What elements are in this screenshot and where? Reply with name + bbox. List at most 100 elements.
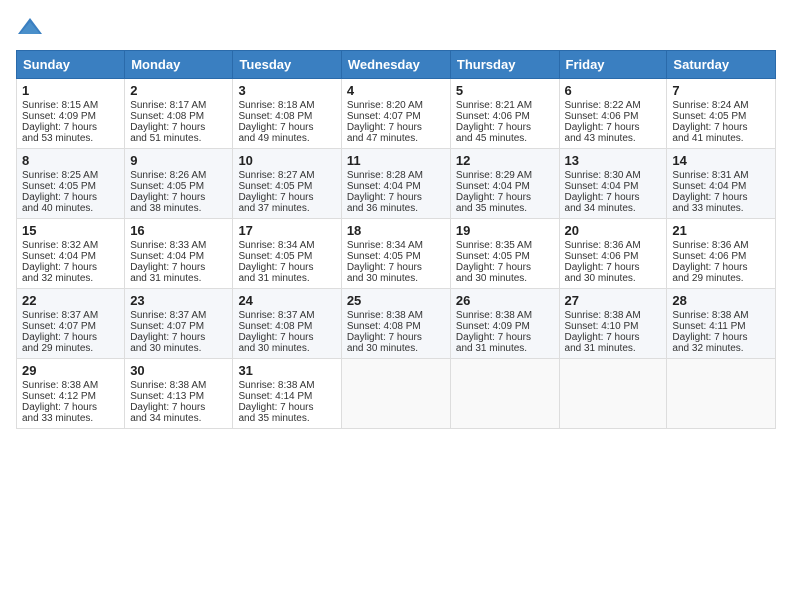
day-info-line: Sunset: 4:05 PM xyxy=(347,251,445,262)
day-info-line: Sunrise: 8:28 AM xyxy=(347,170,445,181)
calendar-day-22: 22Sunrise: 8:37 AMSunset: 4:07 PMDayligh… xyxy=(17,289,125,359)
day-number: 6 xyxy=(565,83,662,98)
col-header-friday: Friday xyxy=(559,51,667,79)
day-info-line: Sunset: 4:04 PM xyxy=(565,181,662,192)
day-info-line: Sunrise: 8:36 AM xyxy=(565,240,662,251)
day-number: 29 xyxy=(22,363,119,378)
day-info-line: Sunset: 4:04 PM xyxy=(22,251,119,262)
day-info-line: Sunrise: 8:32 AM xyxy=(22,240,119,251)
day-info-line: Daylight: 7 hours xyxy=(22,332,119,343)
day-info-line: Sunrise: 8:38 AM xyxy=(672,310,770,321)
day-info-line: and 31 minutes. xyxy=(238,273,335,284)
day-info-line: Sunrise: 8:21 AM xyxy=(456,100,554,111)
calendar-week-2: 8Sunrise: 8:25 AMSunset: 4:05 PMDaylight… xyxy=(17,149,776,219)
day-info-line: Sunrise: 8:18 AM xyxy=(238,100,335,111)
calendar-day-14: 14Sunrise: 8:31 AMSunset: 4:04 PMDayligh… xyxy=(667,149,776,219)
day-info-line: and 30 minutes. xyxy=(238,343,335,354)
day-info-line: Daylight: 7 hours xyxy=(238,332,335,343)
day-number: 20 xyxy=(565,223,662,238)
day-number: 24 xyxy=(238,293,335,308)
calendar-day-15: 15Sunrise: 8:32 AMSunset: 4:04 PMDayligh… xyxy=(17,219,125,289)
day-info-line: and 37 minutes. xyxy=(238,203,335,214)
day-info-line: Sunrise: 8:26 AM xyxy=(130,170,227,181)
day-info-line: Sunset: 4:04 PM xyxy=(456,181,554,192)
day-info-line: Daylight: 7 hours xyxy=(672,192,770,203)
day-info-line: and 45 minutes. xyxy=(456,133,554,144)
day-info-line: and 40 minutes. xyxy=(22,203,119,214)
day-info-line: Daylight: 7 hours xyxy=(565,192,662,203)
day-info-line: Daylight: 7 hours xyxy=(22,402,119,413)
day-info-line: Daylight: 7 hours xyxy=(238,122,335,133)
day-info-line: Daylight: 7 hours xyxy=(22,122,119,133)
day-number: 23 xyxy=(130,293,227,308)
day-info-line: Sunset: 4:08 PM xyxy=(130,111,227,122)
day-number: 14 xyxy=(672,153,770,168)
calendar-day-2: 2Sunrise: 8:17 AMSunset: 4:08 PMDaylight… xyxy=(125,79,233,149)
day-info-line: and 34 minutes. xyxy=(565,203,662,214)
day-info-line: and 49 minutes. xyxy=(238,133,335,144)
calendar-day-9: 9Sunrise: 8:26 AMSunset: 4:05 PMDaylight… xyxy=(125,149,233,219)
day-info-line: Sunrise: 8:22 AM xyxy=(565,100,662,111)
day-info-line: Sunset: 4:08 PM xyxy=(347,321,445,332)
col-header-saturday: Saturday xyxy=(667,51,776,79)
day-info-line: Daylight: 7 hours xyxy=(130,192,227,203)
day-info-line: Sunset: 4:04 PM xyxy=(130,251,227,262)
day-info-line: Sunrise: 8:38 AM xyxy=(130,380,227,391)
day-info-line: and 36 minutes. xyxy=(347,203,445,214)
day-info-line: Daylight: 7 hours xyxy=(347,192,445,203)
day-info-line: and 35 minutes. xyxy=(238,413,335,424)
day-info-line: Sunset: 4:11 PM xyxy=(672,321,770,332)
day-info-line: Daylight: 7 hours xyxy=(238,192,335,203)
calendar-day-18: 18Sunrise: 8:34 AMSunset: 4:05 PMDayligh… xyxy=(341,219,450,289)
day-number: 22 xyxy=(22,293,119,308)
day-number: 11 xyxy=(347,153,445,168)
day-info-line: and 32 minutes. xyxy=(672,343,770,354)
day-info-line: and 53 minutes. xyxy=(22,133,119,144)
day-info-line: Daylight: 7 hours xyxy=(347,262,445,273)
day-number: 28 xyxy=(672,293,770,308)
day-info-line: and 33 minutes. xyxy=(22,413,119,424)
calendar-day-30: 30Sunrise: 8:38 AMSunset: 4:13 PMDayligh… xyxy=(125,359,233,429)
day-number: 21 xyxy=(672,223,770,238)
empty-cell xyxy=(341,359,450,429)
calendar-body: 1Sunrise: 8:15 AMSunset: 4:09 PMDaylight… xyxy=(17,79,776,429)
day-info-line: Daylight: 7 hours xyxy=(565,262,662,273)
day-number: 17 xyxy=(238,223,335,238)
calendar-header-row: SundayMondayTuesdayWednesdayThursdayFrid… xyxy=(17,51,776,79)
calendar-day-16: 16Sunrise: 8:33 AMSunset: 4:04 PMDayligh… xyxy=(125,219,233,289)
day-number: 31 xyxy=(238,363,335,378)
day-info-line: Sunrise: 8:38 AM xyxy=(456,310,554,321)
day-info-line: Sunset: 4:07 PM xyxy=(22,321,119,332)
day-info-line: Daylight: 7 hours xyxy=(456,122,554,133)
day-info-line: Daylight: 7 hours xyxy=(565,332,662,343)
empty-cell xyxy=(450,359,559,429)
day-info-line: Sunrise: 8:34 AM xyxy=(238,240,335,251)
day-number: 16 xyxy=(130,223,227,238)
day-info-line: Sunset: 4:06 PM xyxy=(672,251,770,262)
col-header-tuesday: Tuesday xyxy=(233,51,341,79)
day-number: 1 xyxy=(22,83,119,98)
day-info-line: Sunrise: 8:38 AM xyxy=(22,380,119,391)
calendar-day-3: 3Sunrise: 8:18 AMSunset: 4:08 PMDaylight… xyxy=(233,79,341,149)
day-info-line: Daylight: 7 hours xyxy=(456,262,554,273)
day-info-line: Sunset: 4:10 PM xyxy=(565,321,662,332)
calendar-day-27: 27Sunrise: 8:38 AMSunset: 4:10 PMDayligh… xyxy=(559,289,667,359)
logo-icon xyxy=(16,16,44,38)
day-info-line: Sunrise: 8:15 AM xyxy=(22,100,119,111)
day-info-line: and 43 minutes. xyxy=(565,133,662,144)
col-header-sunday: Sunday xyxy=(17,51,125,79)
day-info-line: and 29 minutes. xyxy=(672,273,770,284)
calendar-week-3: 15Sunrise: 8:32 AMSunset: 4:04 PMDayligh… xyxy=(17,219,776,289)
day-info-line: Sunset: 4:07 PM xyxy=(347,111,445,122)
day-info-line: Sunset: 4:04 PM xyxy=(347,181,445,192)
day-info-line: and 29 minutes. xyxy=(22,343,119,354)
day-info-line: Daylight: 7 hours xyxy=(347,122,445,133)
day-info-line: and 32 minutes. xyxy=(22,273,119,284)
empty-cell xyxy=(559,359,667,429)
day-info-line: Daylight: 7 hours xyxy=(238,262,335,273)
calendar-day-13: 13Sunrise: 8:30 AMSunset: 4:04 PMDayligh… xyxy=(559,149,667,219)
day-info-line: and 30 minutes. xyxy=(130,343,227,354)
day-info-line: Sunrise: 8:33 AM xyxy=(130,240,227,251)
calendar-day-17: 17Sunrise: 8:34 AMSunset: 4:05 PMDayligh… xyxy=(233,219,341,289)
day-number: 30 xyxy=(130,363,227,378)
